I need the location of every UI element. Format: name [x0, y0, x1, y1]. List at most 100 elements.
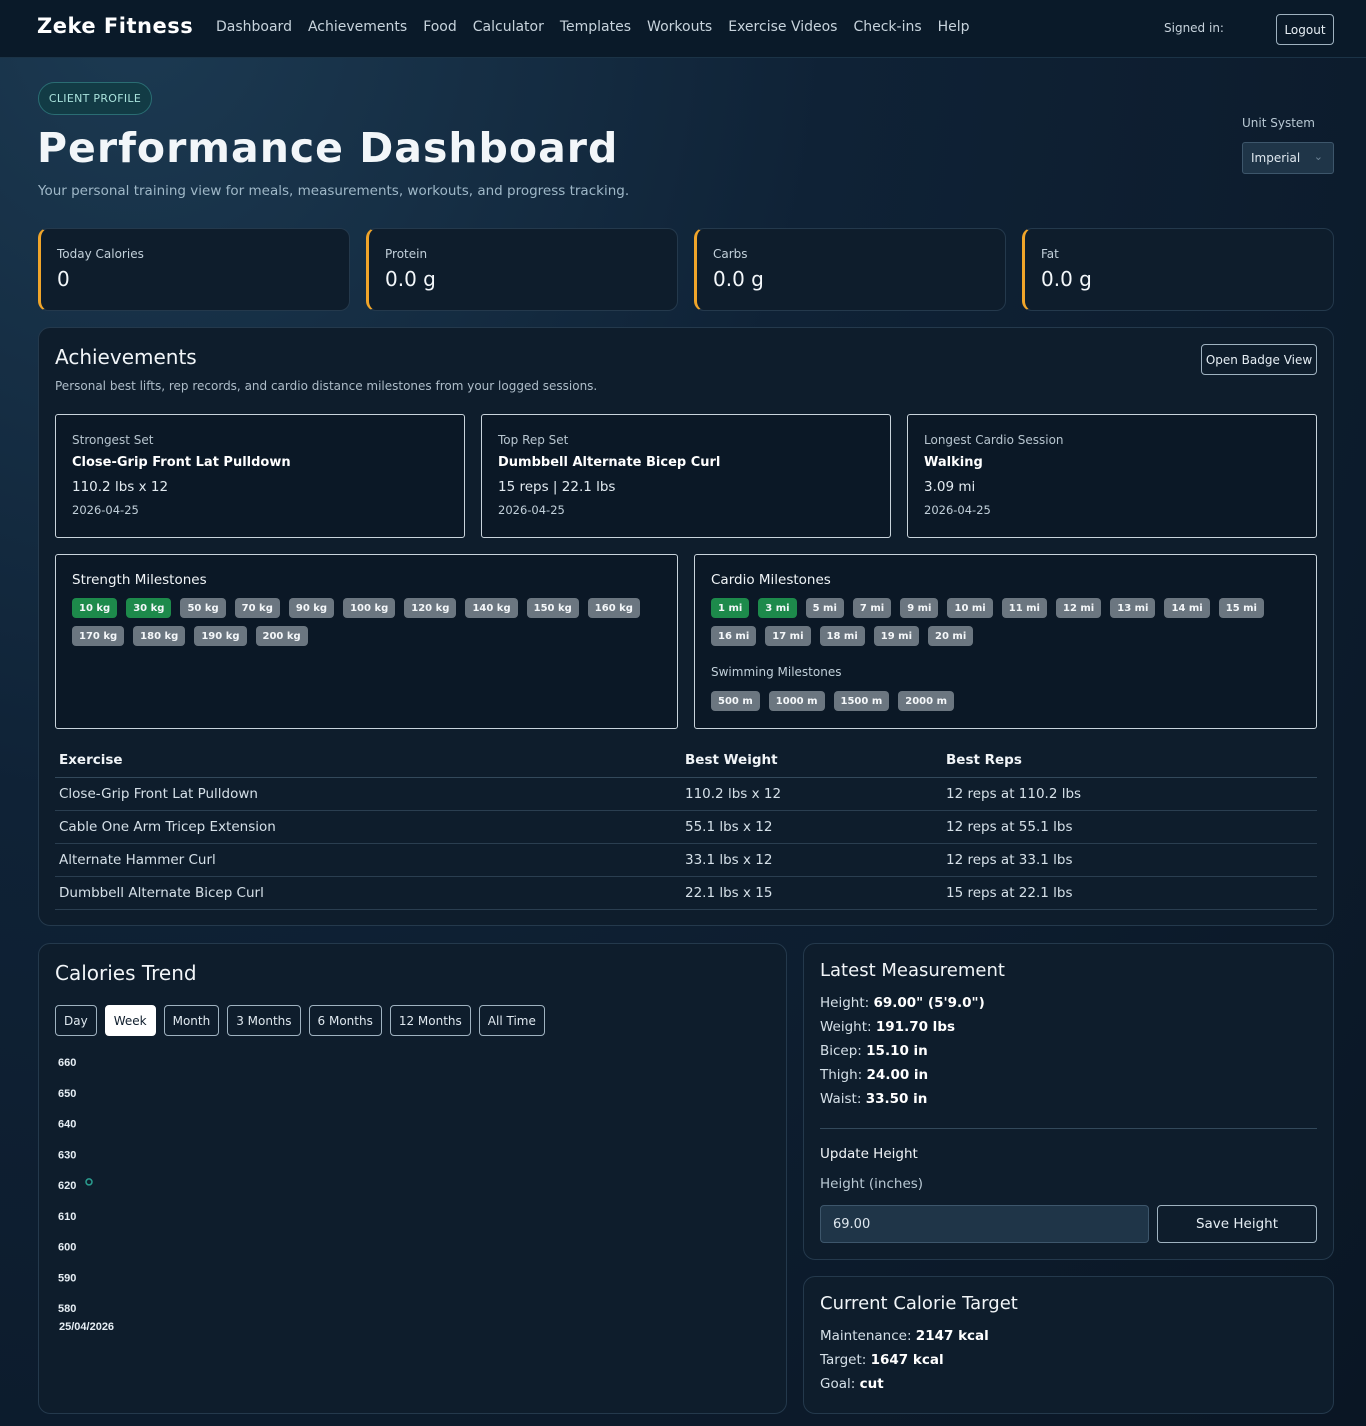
top-navbar: Zeke Fitness Dashboard Achievements Food…: [0, 0, 1366, 58]
y-tick-label: 640: [58, 1119, 76, 1131]
y-tick-label: 660: [58, 1057, 76, 1069]
milestone-chip: 1500 m: [833, 691, 890, 711]
cell-best-reps: 12 reps at 33.1 lbs: [942, 843, 1317, 877]
milestone-chip: 17 mi: [765, 626, 811, 646]
stat-label: Protein: [385, 247, 428, 261]
milestone-chip: 16 mi: [711, 626, 757, 646]
open-badge-view-button[interactable]: Open Badge View: [1201, 344, 1317, 375]
milestone-chip: 140 kg: [465, 598, 518, 618]
brand-logo[interactable]: Zeke Fitness: [37, 14, 193, 38]
table-header-row: Exercise Best Weight Best Reps: [55, 744, 1317, 778]
table-row: Alternate Hammer Curl 33.1 lbs x 12 12 r…: [55, 843, 1317, 877]
range-button-6-months[interactable]: 6 Months: [308, 1005, 382, 1036]
highlight-date: 2026-04-25: [72, 503, 139, 517]
chevron-down-icon: ⌄: [1313, 150, 1323, 163]
height-input[interactable]: [820, 1205, 1149, 1243]
stat-card-calories: Today Calories 0: [38, 228, 350, 311]
milestone-chip: 3 mi: [758, 598, 797, 618]
highlight-date: 2026-04-25: [924, 503, 991, 517]
nav-link-calculator[interactable]: Calculator: [473, 19, 544, 35]
milestone-chip: 120 kg: [404, 598, 457, 618]
page-subtitle: Your personal training view for meals, m…: [38, 183, 630, 199]
calorie-target-title: Current Calorie Target: [820, 1293, 1018, 1314]
nav-links: Dashboard Achievements Food Calculator T…: [216, 19, 970, 35]
measurement-height: Height: 69.00" (5'9.0"): [820, 995, 985, 1011]
stat-label: Carbs: [713, 247, 748, 261]
achievements-title: Achievements: [55, 345, 197, 369]
highlight-label: Longest Cardio Session: [924, 433, 1064, 447]
strength-milestones-title: Strength Milestones: [72, 572, 207, 588]
y-tick-label: 610: [58, 1211, 76, 1223]
nav-link-check-ins[interactable]: Check-ins: [853, 19, 921, 35]
calories-chart: 660 650 640 630 620 610 600 590 580 25/04/2026: [58, 1057, 114, 1333]
measurement-value: 191.70 lbs: [875, 1019, 956, 1035]
milestone-chip: 2000 m: [898, 691, 954, 711]
data-point[interactable]: [85, 1178, 93, 1186]
stat-card-protein: Protein 0.0 g: [366, 228, 678, 311]
highlight-value: 110.2 lbs x 12: [72, 479, 169, 495]
milestone-chip: 9 mi: [900, 598, 939, 618]
target-maintenance: Maintenance: 2147 kcal: [820, 1328, 989, 1344]
nav-link-help[interactable]: Help: [938, 19, 970, 35]
nav-link-templates[interactable]: Templates: [560, 19, 631, 35]
milestone-chip: 180 kg: [133, 626, 186, 646]
highlight-top-rep-set: Top Rep Set Dumbbell Alternate Bicep Cur…: [481, 414, 891, 538]
range-button-12-months[interactable]: 12 Months: [389, 1005, 471, 1036]
milestone-chip: 200 kg: [255, 626, 308, 646]
measurement-label: Thigh:: [820, 1067, 863, 1083]
swimming-milestones-title: Swimming Milestones: [711, 665, 842, 679]
cell-exercise: Close-Grip Front Lat Pulldown: [55, 777, 681, 811]
unit-system-value: Imperial: [1251, 151, 1301, 165]
unit-system-label: Unit System: [1242, 116, 1315, 130]
milestone-chip: 50 kg: [180, 598, 226, 618]
logout-button[interactable]: Logout: [1276, 14, 1334, 45]
nav-link-dashboard[interactable]: Dashboard: [216, 19, 292, 35]
divider: [820, 1128, 1317, 1129]
target-target: Target: 1647 kcal: [820, 1352, 944, 1368]
cell-best-reps: 12 reps at 110.2 lbs: [942, 777, 1317, 811]
range-button-month[interactable]: Month: [163, 1005, 220, 1036]
stat-value: 0: [57, 267, 70, 291]
milestone-chip: 90 kg: [288, 598, 335, 618]
milestone-chip: 70 kg: [234, 598, 280, 618]
target-value: cut: [859, 1376, 884, 1392]
milestone-chip: 14 mi: [1164, 598, 1210, 618]
cell-exercise: Cable One Arm Tricep Extension: [55, 810, 681, 844]
stat-card-fat: Fat 0.0 g: [1022, 228, 1334, 311]
swimming-milestone-chips: 500 m 1000 m 1500 m 2000 m: [711, 691, 1303, 711]
milestone-chip: 11 mi: [1001, 598, 1047, 618]
nav-link-achievements[interactable]: Achievements: [308, 19, 407, 35]
table-row: Cable One Arm Tricep Extension 55.1 lbs …: [55, 810, 1317, 844]
stat-label: Today Calories: [57, 247, 144, 261]
y-tick-label: 620: [58, 1180, 76, 1192]
range-selector: Day Week Month 3 Months 6 Months 12 Mont…: [55, 1005, 545, 1036]
measurement-value: 33.50 in: [865, 1091, 928, 1107]
milestone-chip: 13 mi: [1110, 598, 1156, 618]
highlight-strongest-set: Strongest Set Close-Grip Front Lat Pulld…: [55, 414, 465, 538]
nav-link-exercise-videos[interactable]: Exercise Videos: [728, 19, 837, 35]
save-height-button[interactable]: Save Height: [1157, 1205, 1317, 1243]
column-header-exercise: Exercise: [55, 744, 681, 778]
milestone-chip: 30 kg: [126, 598, 172, 618]
target-value: 2147 kcal: [915, 1328, 989, 1344]
unit-system-select[interactable]: Imperial ⌄: [1242, 142, 1334, 174]
milestone-chip: 100 kg: [343, 598, 396, 618]
range-button-all-time[interactable]: All Time: [478, 1005, 545, 1036]
nav-link-food[interactable]: Food: [423, 19, 457, 35]
range-button-week[interactable]: Week: [104, 1005, 156, 1036]
milestone-chip: 10 kg: [72, 598, 118, 618]
milestone-chip: 10 mi: [947, 598, 993, 618]
measurement-label: Weight:: [820, 1019, 872, 1035]
highlight-name: Dumbbell Alternate Bicep Curl: [498, 455, 721, 470]
highlight-label: Strongest Set: [72, 433, 154, 447]
range-button-3-months[interactable]: 3 Months: [227, 1005, 301, 1036]
target-goal: Goal: cut: [820, 1376, 884, 1392]
stat-label: Fat: [1041, 247, 1059, 261]
range-button-day[interactable]: Day: [55, 1005, 97, 1036]
measurement-weight: Weight: 191.70 lbs: [820, 1019, 955, 1035]
milestone-chip: 7 mi: [852, 598, 892, 618]
table-row: Dumbbell Alternate Bicep Curl 22.1 lbs x…: [55, 876, 1317, 910]
y-tick-label: 600: [58, 1242, 76, 1254]
measurement-label: Waist:: [820, 1091, 862, 1107]
nav-link-workouts[interactable]: Workouts: [647, 19, 712, 35]
